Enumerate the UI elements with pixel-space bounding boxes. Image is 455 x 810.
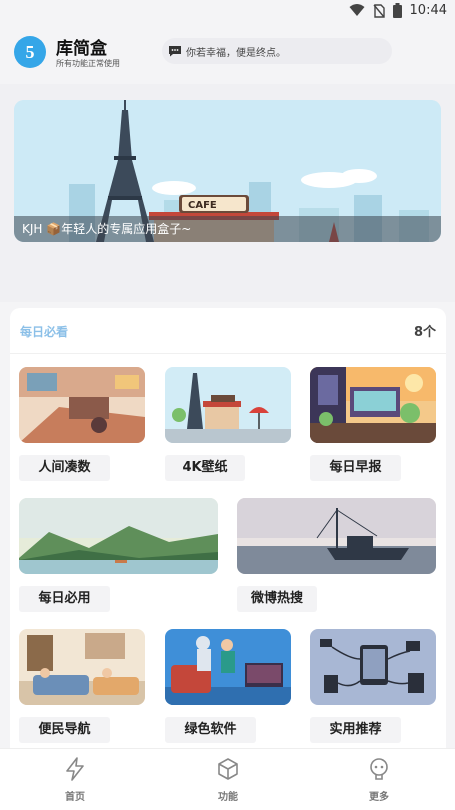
tile-label: 绿色软件 (165, 717, 256, 743)
app-header: 5 库简盒 所有功能正常使用 你若幸福，便是终点。 (0, 24, 455, 84)
app-logo[interactable]: 5 (14, 36, 46, 68)
tile-label: 每日早报 (310, 455, 401, 481)
room-illustration (19, 367, 145, 443)
section-title: 每日必看 (20, 325, 69, 339)
cube-icon (218, 758, 238, 780)
cafe-illustration (165, 367, 291, 443)
battery-icon (392, 3, 402, 18)
nav-features-label: 功能 (218, 792, 238, 803)
message-icon (169, 46, 181, 57)
quote-bar[interactable]: 你若幸福，便是终点。 (162, 38, 392, 64)
nav-more-label: 更多 (369, 792, 389, 803)
status-bar: 10:44 (0, 0, 455, 24)
gadgets-illustration (310, 629, 436, 705)
nav-home-label: 首页 (65, 792, 85, 803)
tile-label: 便民导航 (19, 717, 110, 743)
wifi-icon (349, 4, 365, 17)
balcony-illustration (310, 367, 436, 443)
bottom-nav: 首页 功能 更多 (0, 748, 455, 810)
section-count: 8个 (413, 325, 436, 340)
app-subtitle: 所有功能正常使用 (56, 59, 120, 68)
tile-label: 实用推荐 (310, 717, 401, 743)
nav-home[interactable]: 首页 (35, 749, 115, 810)
nav-more[interactable]: 更多 (339, 749, 419, 810)
robot-illustration (165, 629, 291, 705)
banner-carousel[interactable]: CAFE KJH 📦年轻人的专属应用盒子~ (14, 100, 441, 242)
sofa-illustration (19, 629, 145, 705)
tile-label: 人间凑数 (19, 455, 110, 481)
lake-illustration (19, 498, 218, 574)
section-header: 每日必看 8个 (10, 308, 446, 354)
lightning-icon (66, 757, 84, 781)
boat-illustration (237, 498, 436, 574)
robot-face-icon (370, 758, 388, 780)
nav-features[interactable]: 功能 (188, 749, 268, 810)
tile-label: 微博热搜 (237, 586, 317, 612)
daily-section: 每日必看 8个 人间凑数 4K壁纸 每日早报 每日必用 微博热搜 便民导航 绿色… (10, 308, 446, 748)
cafe-sign: CAFE (188, 200, 217, 211)
banner-area: CAFE KJH 📦年轻人的专属应用盒子~ (0, 84, 455, 302)
tile-label: 4K壁纸 (165, 455, 245, 481)
banner-caption: KJH 📦年轻人的专属应用盒子~ (14, 216, 441, 242)
no-sim-icon (372, 3, 385, 18)
app-title: 库简盒 (56, 39, 107, 58)
clock: 10:44 (409, 3, 447, 18)
quote-text: 你若幸福，便是终点。 (186, 47, 286, 59)
tile-label: 每日必用 (19, 586, 110, 612)
